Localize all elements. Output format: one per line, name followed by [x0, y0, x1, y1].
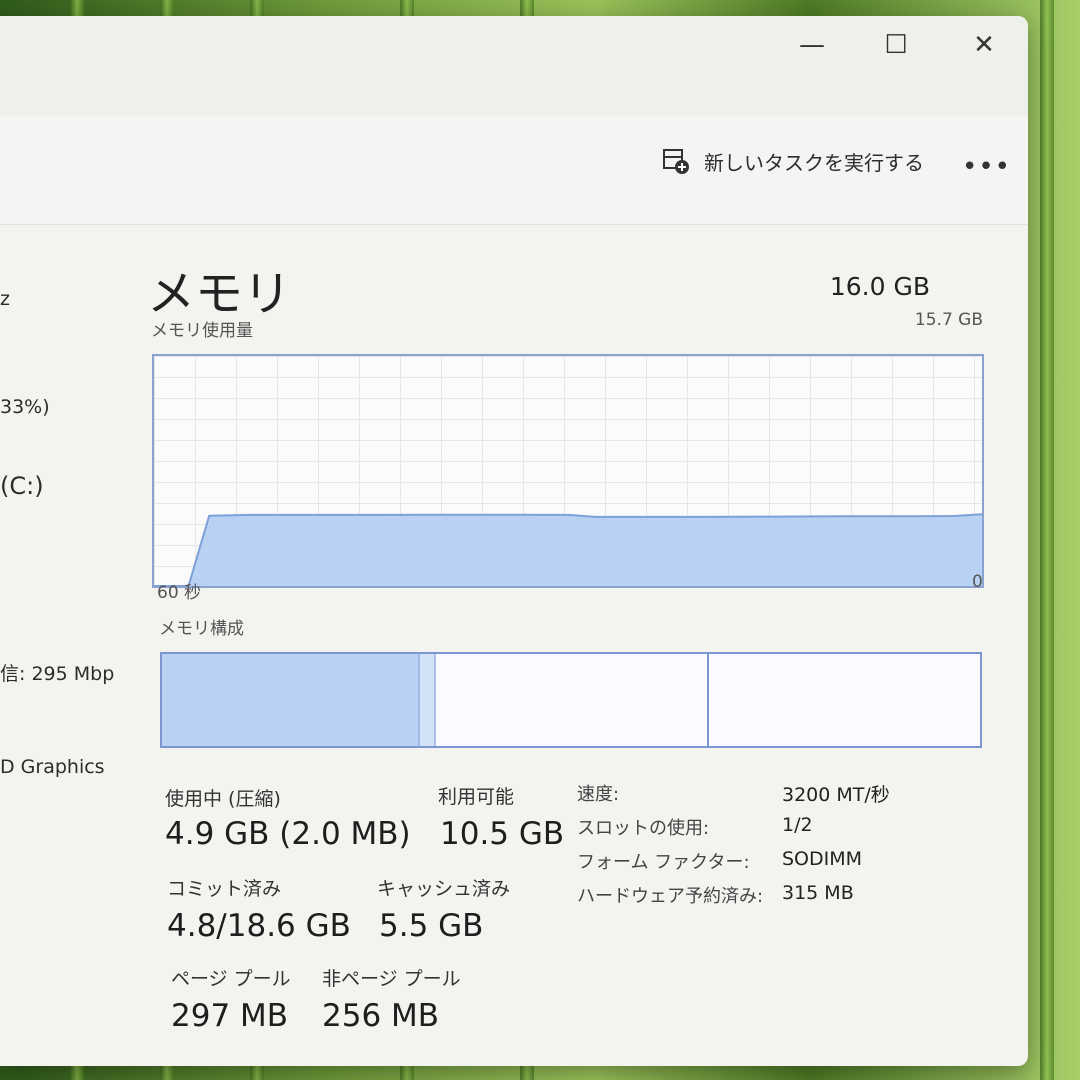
- new-task-icon: [663, 149, 689, 174]
- nonpaged-pool-label: 非ページ プール: [322, 968, 461, 990]
- cached-label: キャッシュ済み: [377, 878, 511, 900]
- in-use-value: 4.9 GB (2.0 MB): [165, 816, 411, 852]
- memory-composition-bar: [160, 652, 982, 748]
- paged-pool-value: 297 MB: [171, 998, 289, 1034]
- committed-label: コミット済み: [167, 878, 282, 900]
- minimize-icon[interactable]: —: [782, 30, 842, 60]
- committed-value: 4.8/18.6 GB: [167, 908, 351, 944]
- form-factor-value: SODIMM: [782, 848, 863, 870]
- close-icon[interactable]: ✕: [954, 30, 1014, 60]
- usage-graph-label: メモリ使用量: [151, 321, 253, 341]
- usage-graph-max: 15.7 GB: [914, 310, 983, 330]
- sidebar-item-cpu[interactable]: z: [0, 288, 10, 310]
- form-factor-label: フォーム ファクター:: [577, 852, 750, 873]
- title-bar: — ☐ ✕: [0, 16, 1028, 116]
- new-task-button[interactable]: 新しいタスクを実行する: [662, 144, 924, 178]
- cached-value: 5.5 GB: [379, 908, 484, 944]
- sidebar-item-gpu[interactable]: D Graphics: [0, 756, 105, 778]
- graph-axis-left: 60 秒: [157, 583, 202, 603]
- composition-label: メモリ構成: [159, 619, 244, 639]
- available-label: 利用可能: [438, 786, 515, 808]
- sidebar-item-network[interactable]: 信: 295 Mbp: [0, 659, 114, 686]
- memory-usage-chart: [154, 513, 982, 586]
- more-options-button[interactable]: •••: [962, 152, 1011, 182]
- available-value: 10.5 GB: [440, 816, 565, 852]
- nonpaged-pool-value: 256 MB: [322, 998, 440, 1034]
- task-manager-window: — ☐ ✕ 新しいタスクを実行する ••• z 33%) (C:) 信: 295…: [0, 16, 1028, 1066]
- new-task-label: 新しいタスクを実行する: [704, 150, 924, 175]
- slots-used-label: スロットの使用:: [577, 818, 710, 839]
- composition-in-use[interactable]: [162, 654, 421, 746]
- maximize-icon[interactable]: ☐: [866, 30, 926, 60]
- memory-usage-graph: [152, 354, 984, 588]
- slots-used-value: 1/2: [782, 814, 813, 836]
- usage-area: [154, 514, 982, 586]
- hardware-reserved-value: 315 MB: [782, 882, 854, 904]
- hardware-reserved-label: ハードウェア予約済み:: [577, 886, 764, 907]
- sidebar-item-disk[interactable]: (C:): [0, 472, 44, 500]
- in-use-label: 使用中 (圧縮): [165, 788, 281, 810]
- graph-axis-right: 0: [972, 572, 983, 592]
- sidebar-item-memory[interactable]: 33%): [0, 396, 50, 418]
- paged-pool-label: ページ プール: [171, 968, 291, 990]
- composition-free[interactable]: [707, 654, 976, 746]
- memory-total: 16.0 GB: [829, 272, 930, 301]
- speed-value: 3200 MT/秒: [782, 784, 890, 806]
- composition-standby[interactable]: [434, 654, 709, 746]
- page-title: メモリ: [147, 266, 292, 322]
- speed-label: 速度:: [577, 784, 620, 805]
